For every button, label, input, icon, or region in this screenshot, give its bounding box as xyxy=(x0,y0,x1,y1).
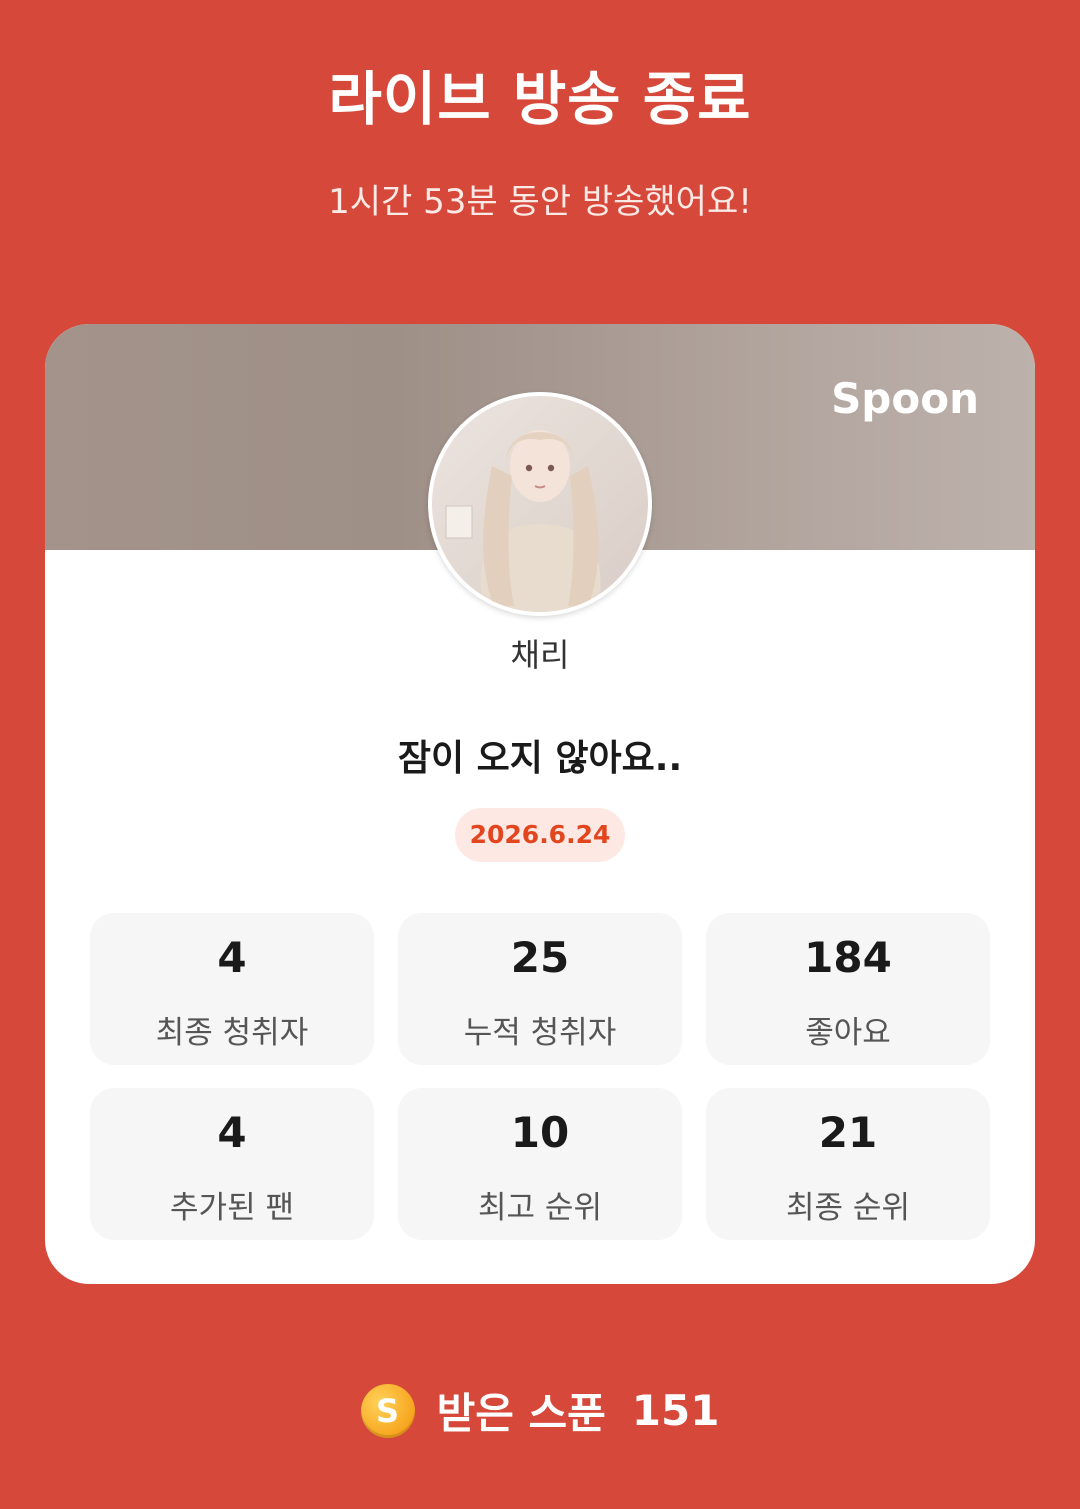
stat-label: 추가된 팬 xyxy=(170,1190,294,1226)
stat-total-listeners: 25 누적 청취자 xyxy=(398,913,682,1065)
avatar-image xyxy=(432,396,648,612)
broadcast-title: 잠이 오지 않아요.. xyxy=(397,738,683,779)
received-spoons: S 받은 스푼 151 xyxy=(0,1380,1080,1440)
received-spoons-label: 받은 스푼 xyxy=(436,1389,606,1438)
avatar[interactable] xyxy=(428,392,652,616)
stat-final-rank: 21 최종 순위 xyxy=(706,1088,990,1240)
stat-value: 184 xyxy=(804,933,892,982)
received-spoons-count: 151 xyxy=(631,1386,720,1435)
stat-label: 누적 청취자 xyxy=(463,1015,617,1051)
spoon-logo: Spoon xyxy=(831,374,979,423)
stat-best-rank: 10 최고 순위 xyxy=(398,1088,682,1240)
stat-final-listeners: 4 최종 청취자 xyxy=(90,913,374,1065)
page-title: 라이브 방송 종료 xyxy=(328,65,752,133)
stat-label: 좋아요 xyxy=(805,1015,891,1051)
broadcast-date-badge: 2026.6.24 xyxy=(455,808,625,862)
stat-label: 최종 순위 xyxy=(786,1190,910,1226)
stat-new-fans: 4 추가된 팬 xyxy=(90,1088,374,1240)
stat-value: 10 xyxy=(510,1108,570,1157)
dj-nickname: 채리 xyxy=(510,636,570,674)
stat-value: 4 xyxy=(217,1108,247,1157)
broadcast-summary-card: Spoon 채리 잠이 오지 않아요.. 2026.6.24 4 최종 청취자 … xyxy=(45,324,1035,1284)
stat-likes: 184 좋아요 xyxy=(706,913,990,1065)
broadcast-duration: 1시간 53분 동안 방송했어요! xyxy=(328,182,752,222)
stat-label: 최고 순위 xyxy=(478,1190,602,1226)
spoon-coin-icon: S xyxy=(360,1383,415,1438)
stat-value: 4 xyxy=(217,933,247,982)
stat-value: 21 xyxy=(818,1108,878,1157)
stat-label: 최종 청취자 xyxy=(155,1015,309,1051)
stat-value: 25 xyxy=(510,933,570,982)
